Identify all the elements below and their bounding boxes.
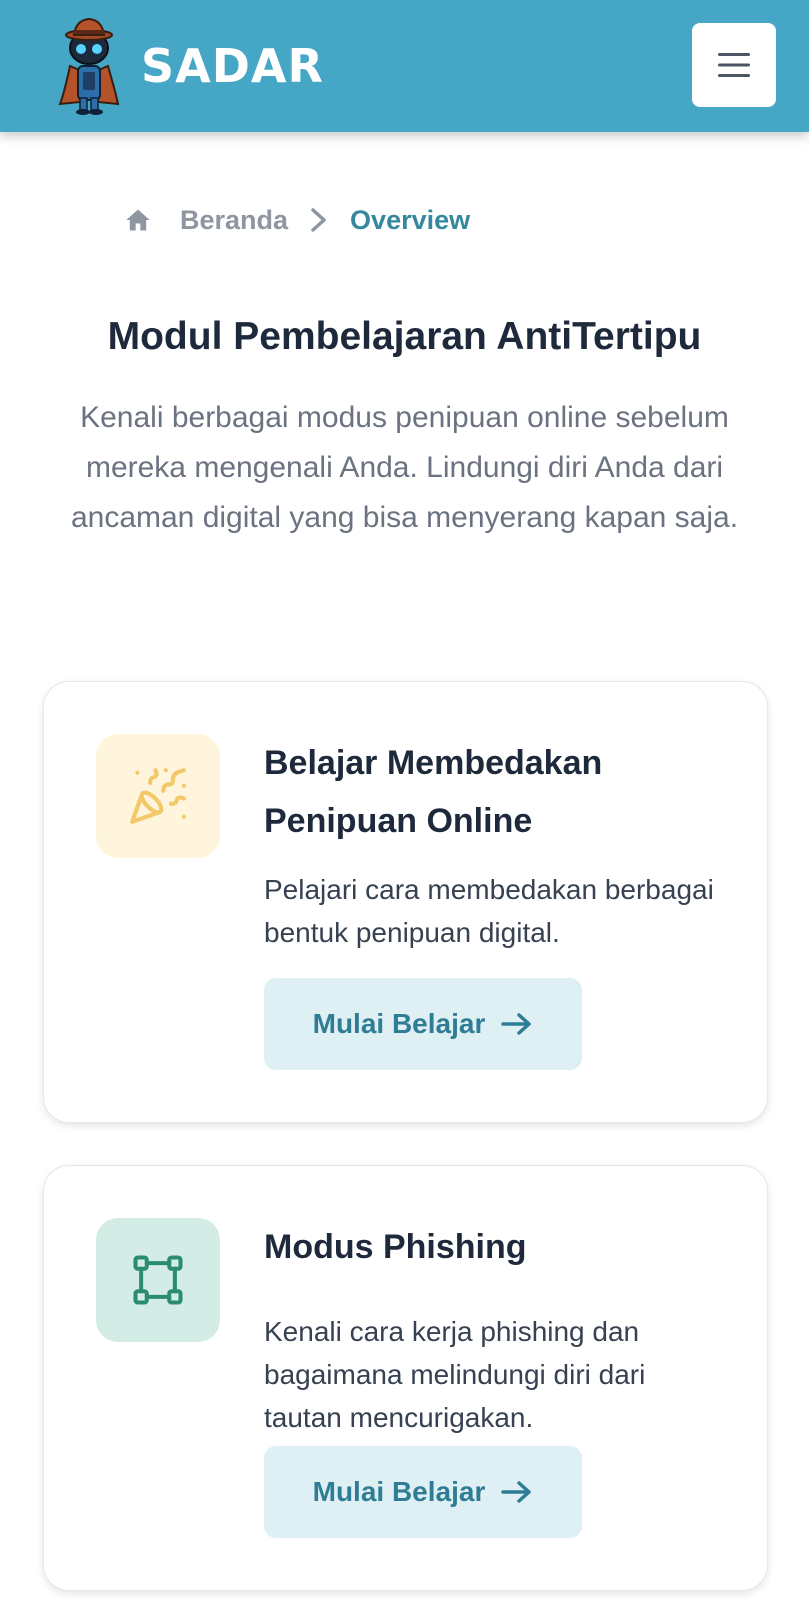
module-title: Modus Phishing: [264, 1228, 527, 1266]
module-title: Belajar Membedakan Penipuan Online: [264, 744, 603, 840]
top-navbar: SADAR: [0, 0, 809, 132]
module-icon-tile: [96, 1218, 220, 1342]
party-popper-icon: [130, 768, 186, 824]
home-icon[interactable]: [124, 206, 152, 234]
start-learning-button[interactable]: Mulai Belajar: [264, 978, 582, 1070]
start-learning-button[interactable]: Mulai Belajar: [264, 1446, 582, 1538]
arrow-right-icon: [501, 1481, 532, 1503]
module-icon-tile: [96, 734, 220, 858]
breadcrumb-home-link[interactable]: Beranda: [180, 205, 288, 236]
module-description: Kenali cara kerja phishing dan bagaimana…: [264, 1316, 646, 1433]
module-card: Modus Phishing Kenali cara kerja phishin…: [43, 1165, 768, 1591]
page-description: Kenali berbagai modus penipuan online se…: [70, 401, 739, 534]
arrow-right-icon: [501, 1013, 532, 1035]
brand-logo-text[interactable]: SADAR: [141, 36, 324, 96]
breadcrumb: Beranda Overview: [124, 198, 470, 242]
breadcrumb-current: Overview: [350, 204, 471, 235]
button-label: Mulai Belajar: [312, 1008, 486, 1039]
module-card: Belajar Membedakan Penipuan Online Pelaj…: [43, 681, 768, 1123]
menu-button[interactable]: [692, 23, 776, 107]
chevron-right-icon: [311, 208, 326, 232]
page-title: Modul Pembelajaran AntiTertipu: [107, 315, 702, 358]
node-square-icon: [133, 1255, 183, 1305]
module-description: Pelajari cara membedakan berbagai bentuk…: [264, 874, 714, 948]
button-label: Mulai Belajar: [312, 1476, 486, 1507]
detective-robot-mascot-icon[interactable]: [56, 16, 122, 116]
hamburger-menu-icon: [718, 53, 750, 77]
